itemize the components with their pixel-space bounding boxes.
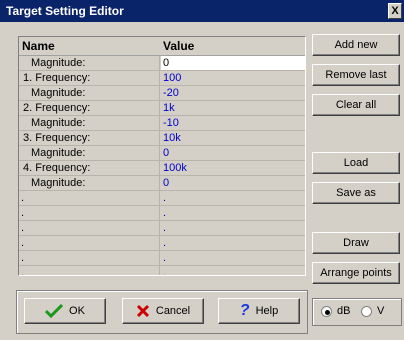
table-row[interactable]: 1. Frequency: 100 (19, 71, 305, 86)
table-row[interactable]: . . (19, 251, 305, 266)
table-row[interactable]: 2. Frequency: 1k (19, 101, 305, 116)
table-row[interactable]: Magnitude: -10 (19, 116, 305, 131)
row-name: . (21, 237, 25, 249)
table-row[interactable]: . . (19, 266, 305, 276)
clear-all-label: Clear all (335, 99, 377, 111)
table-row[interactable]: . . (19, 221, 305, 236)
row-name: . (21, 207, 25, 219)
row-name: . (21, 192, 25, 204)
row-name: Magnitude: (31, 87, 86, 99)
row-name: 1. Frequency: (23, 72, 91, 84)
row-value[interactable]: -10 (163, 117, 179, 129)
draw-label: Draw (343, 237, 369, 249)
row-value[interactable]: . (163, 192, 166, 204)
table-row[interactable]: 3. Frequency: 10k (19, 131, 305, 146)
save-as-label: Save as (336, 187, 376, 199)
draw-button[interactable]: Draw (312, 232, 400, 254)
remove-last-button[interactable]: Remove last (312, 64, 400, 86)
row-name: . (21, 267, 25, 276)
row-value[interactable]: . (163, 252, 166, 264)
load-label: Load (343, 157, 369, 169)
name-column-header: Name (22, 39, 55, 53)
target-grid[interactable]: Name Value Magnitude: 0 1. Frequency: 10… (18, 36, 306, 276)
help-button[interactable]: ? Help (218, 298, 300, 324)
ok-button[interactable]: OK (24, 298, 106, 324)
row-name: . (21, 222, 25, 234)
table-row[interactable]: Magnitude: 0 (19, 146, 305, 161)
row-name: Magnitude: (31, 177, 86, 189)
table-row[interactable]: Magnitude: -20 (19, 86, 305, 101)
row-value[interactable]: 100 (163, 72, 181, 84)
row-value[interactable]: -20 (163, 87, 179, 99)
v-radio-label: V (377, 305, 385, 317)
cancel-button[interactable]: Cancel (122, 298, 204, 324)
db-radio[interactable] (321, 306, 332, 317)
cross-icon (136, 305, 149, 318)
question-mark-icon: ? (239, 302, 250, 320)
row-name: Magnitude: (31, 147, 86, 159)
row-name: . (21, 252, 25, 264)
table-row[interactable]: . . (19, 191, 305, 206)
window-title: Target Setting Editor (6, 4, 124, 18)
table-row[interactable]: Magnitude: 0 (19, 176, 305, 191)
row-name: Magnitude: (31, 117, 86, 129)
table-row[interactable]: 4. Frequency: 100k (19, 161, 305, 176)
row-value[interactable]: 10k (163, 132, 181, 144)
add-new-button[interactable]: Add new (312, 34, 400, 56)
row-name: 2. Frequency: (23, 102, 91, 114)
add-new-label: Add new (334, 39, 378, 51)
row-value[interactable]: . (163, 207, 166, 219)
grid-header: Name Value (19, 37, 305, 56)
unit-selector: dB V (312, 298, 402, 326)
row-name: 4. Frequency: (23, 162, 91, 174)
ok-label: OK (69, 305, 85, 317)
row-name: Magnitude: (31, 57, 86, 69)
cancel-label: Cancel (155, 305, 191, 317)
row-value[interactable]: 1k (163, 102, 175, 114)
close-button[interactable]: X (388, 3, 402, 19)
arrange-points-label: Arrange points (320, 267, 392, 279)
db-radio-label: dB (337, 305, 351, 317)
table-row[interactable]: . . (19, 236, 305, 251)
row-name: 3. Frequency: (23, 132, 91, 144)
row-value[interactable]: 0 (163, 147, 169, 159)
load-button[interactable]: Load (312, 152, 400, 174)
row-value[interactable]: . (163, 222, 166, 234)
table-row[interactable]: Magnitude: 0 (19, 56, 305, 71)
row-value[interactable]: . (163, 267, 166, 275)
row-value[interactable]: 0 (163, 57, 169, 69)
title-bar: Target Setting Editor X (0, 0, 404, 22)
remove-last-label: Remove last (325, 69, 387, 81)
checkmark-icon (45, 304, 64, 319)
close-icon: X (391, 5, 399, 17)
arrange-points-button[interactable]: Arrange points (312, 262, 400, 284)
save-as-button[interactable]: Save as (312, 182, 400, 204)
help-label: Help (255, 305, 279, 317)
v-radio[interactable] (361, 306, 372, 317)
clear-all-button[interactable]: Clear all (312, 94, 400, 116)
table-row[interactable]: . . (19, 206, 305, 221)
row-value[interactable]: 0 (163, 177, 169, 189)
value-column-header: Value (163, 39, 195, 53)
row-value[interactable]: . (163, 237, 166, 249)
row-value[interactable]: 100k (163, 162, 187, 174)
